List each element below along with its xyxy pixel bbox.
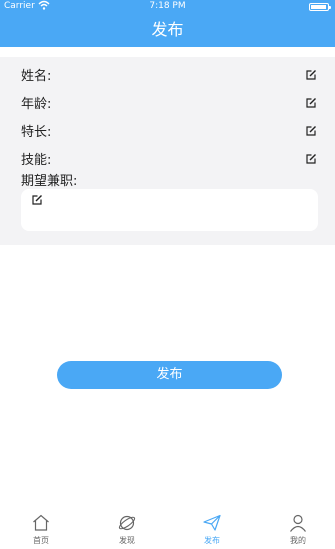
skills-label: 技能: bbox=[21, 153, 52, 168]
desired-job-label: 期望兼职: bbox=[21, 174, 78, 189]
tab-bar: 首页 发现 发布 我的 bbox=[0, 505, 335, 549]
edit-icon[interactable] bbox=[31, 194, 43, 206]
status-time: 7:18 PM bbox=[149, 1, 186, 11]
battery-icon bbox=[309, 3, 331, 11]
tab-publish-label: 发布 bbox=[204, 536, 220, 545]
paper-plane-icon bbox=[202, 513, 222, 533]
publish-button[interactable]: 发布 bbox=[57, 361, 282, 389]
tab-discover-label: 发现 bbox=[119, 536, 135, 545]
edit-icon[interactable] bbox=[305, 125, 317, 137]
desired-job-textarea[interactable] bbox=[21, 189, 318, 231]
age-field[interactable]: 年龄: bbox=[21, 93, 317, 113]
name-field[interactable]: 姓名: bbox=[21, 65, 317, 85]
desired-job-row: 期望兼职: bbox=[21, 170, 317, 190]
edit-icon[interactable] bbox=[305, 153, 317, 165]
age-label: 年龄: bbox=[21, 97, 52, 112]
specialty-label: 特长: bbox=[21, 125, 52, 140]
tab-discover[interactable]: 发现 bbox=[97, 513, 157, 546]
tab-home[interactable]: 首页 bbox=[11, 513, 71, 546]
name-label: 姓名: bbox=[21, 69, 52, 84]
tab-publish[interactable]: 发布 bbox=[182, 513, 242, 546]
edit-icon[interactable] bbox=[305, 69, 317, 81]
nav-bar: 发布 bbox=[0, 13, 335, 47]
skills-field[interactable]: 技能: bbox=[21, 149, 317, 169]
user-icon bbox=[288, 513, 308, 533]
status-bar: Carrier 7:18 PM bbox=[0, 0, 335, 13]
tab-mine[interactable]: 我的 bbox=[268, 513, 328, 546]
tab-home-label: 首页 bbox=[33, 536, 49, 545]
home-icon bbox=[31, 513, 51, 533]
tab-mine-label: 我的 bbox=[290, 536, 306, 545]
edit-icon[interactable] bbox=[305, 97, 317, 109]
planet-icon bbox=[117, 513, 137, 533]
specialty-field[interactable]: 特长: bbox=[21, 121, 317, 141]
page-title: 发布 bbox=[151, 20, 184, 39]
